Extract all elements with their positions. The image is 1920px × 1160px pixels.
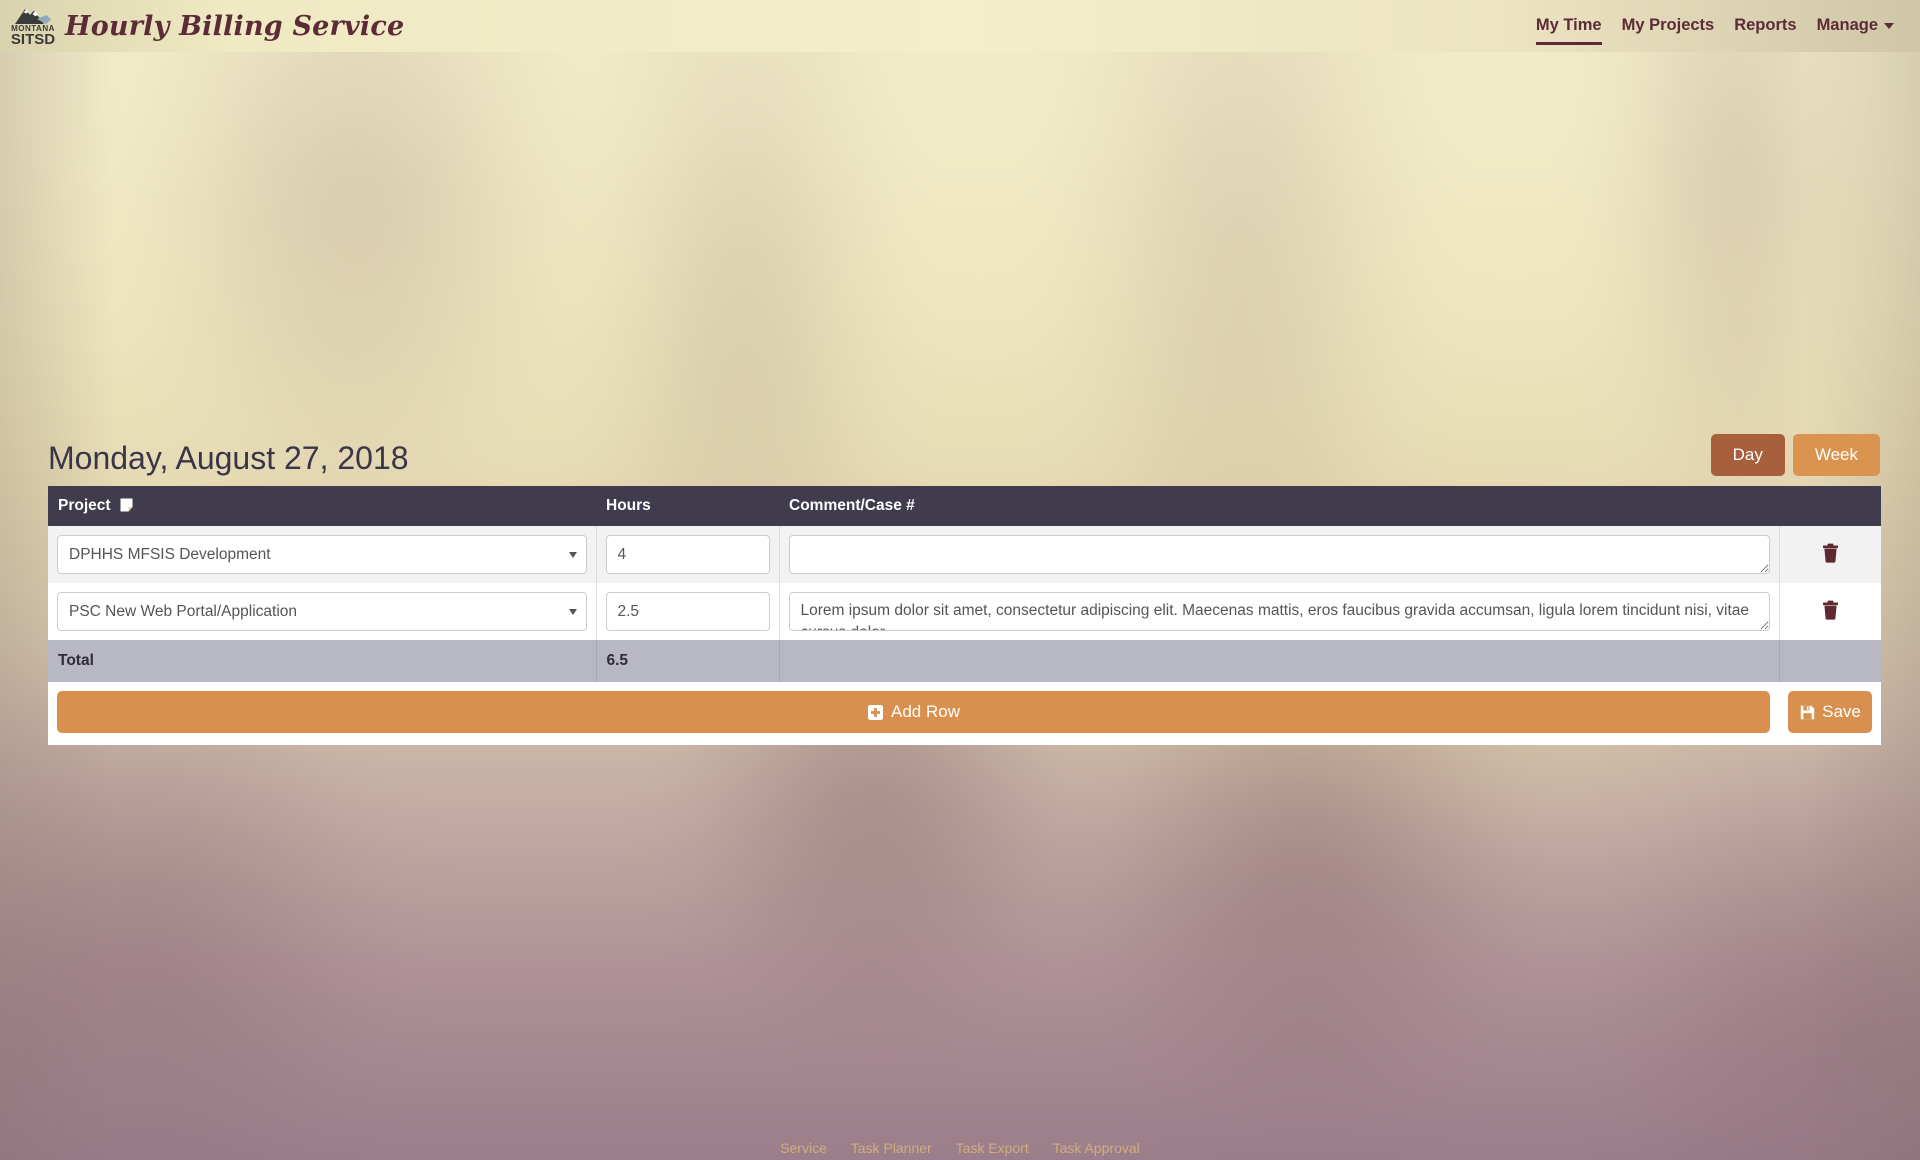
comment-textarea-row-2[interactable]: Lorem ipsum dolor sit amet, consectetur … [788,592,1770,631]
cell-comment: Lorem ipsum dolor sit amet, consectetur … [779,583,1780,640]
project-select-wrapper: PSC New Web Portal/Application [57,592,587,631]
column-header-action [1779,486,1881,526]
logo-sitsd-text: SITSD [10,31,56,48]
cell-project: PSC New Web Portal/Application [48,583,597,640]
app-header: MONTANA SITSD Hourly Billing Service My … [0,0,1920,52]
timesheet-table: Project Hours Comment/Case # DPHHS MFSIS… [48,486,1881,745]
nav-label-my-time: My Time [1535,15,1602,34]
footer-links: Service Task Planner Task Export Task Ap… [0,1138,1920,1160]
save-button[interactable]: Save [1788,691,1872,733]
project-select-row-2[interactable]: PSC New Web Portal/Application [57,592,587,631]
floppy-disk-icon [1799,704,1815,720]
page-title: Monday, August 27, 2018 [48,440,409,476]
trash-icon [1822,543,1838,563]
nav-label-my-projects: My Projects [1621,15,1715,34]
table-row: PSC New Web Portal/Application Lorem ips… [48,583,1881,640]
nav-label-manage: Manage [1816,15,1878,34]
cell-hours [596,526,780,583]
timesheet-body: DPHHS MFSIS Development 4 PSC New Web Po… [48,526,1881,745]
column-header-hours: Hours [596,486,779,526]
column-header-comment: Comment/Case # [779,486,1779,526]
nav-label-reports: Reports [1734,15,1797,34]
table-actions-row: Add Row Save [48,682,1881,745]
chevron-down-icon [1884,23,1894,29]
hours-input-row-1[interactable] [605,535,770,574]
app-title: Hourly Billing Service [65,10,405,42]
view-toggle-group: Day Week [1710,434,1880,478]
cell-action [1779,583,1881,640]
nav-item-reports[interactable]: Reports [1724,12,1806,41]
main-content: Monday, August 27, 2018 Day Week Project [48,420,1881,745]
app-window: MONTANA SITSD Hourly Billing Service My … [0,0,1920,1160]
total-comment-spacer [779,640,1780,682]
delete-row-button-1[interactable] [1816,541,1845,565]
montana-sitsd-logo: MONTANA SITSD [10,5,56,48]
cell-action [1779,526,1881,583]
nav-item-my-time[interactable]: My Time [1526,12,1612,45]
column-header-project: Project [48,486,596,526]
footer-link-task-export[interactable]: Task Export [956,1140,1029,1156]
add-row-label: Add Row [891,702,960,721]
brand-block[interactable]: MONTANA SITSD Hourly Billing Service [10,0,404,52]
footer-link-task-planner[interactable]: Task Planner [851,1140,932,1156]
comment-textarea-row-1[interactable] [788,535,1770,574]
footer-link-service[interactable]: Service [780,1140,827,1156]
cell-comment [779,526,1780,583]
day-view-button[interactable]: Day [1710,434,1785,476]
total-row: Total 6.5 [48,640,1881,682]
plus-square-icon [867,704,883,720]
add-row-button[interactable]: Add Row [57,691,1770,733]
project-select-wrapper: DPHHS MFSIS Development [57,535,587,574]
total-hours-value: 6.5 [596,640,780,682]
add-row-cell: Add Row [48,682,1779,745]
table-row: DPHHS MFSIS Development [48,526,1881,583]
nav-item-my-projects[interactable]: My Projects [1612,12,1725,41]
note-icon[interactable] [120,498,133,512]
nav-item-manage[interactable]: Manage [1807,12,1904,41]
total-label: Total [48,640,597,682]
cell-project: DPHHS MFSIS Development [48,526,597,583]
total-action-spacer [1779,640,1881,682]
main-navigation: My Time My Projects Reports Manage [1526,0,1904,52]
timesheet-header: Project Hours Comment/Case # [48,486,1881,526]
column-label-project: Project [58,497,111,514]
trash-icon [1822,600,1838,620]
week-view-button[interactable]: Week [1792,434,1880,476]
save-cell: Save [1779,682,1881,745]
hours-input-row-2[interactable] [605,592,770,631]
page-title-row: Monday, August 27, 2018 Day Week [48,420,1881,478]
project-select-row-1[interactable]: DPHHS MFSIS Development [57,535,587,574]
table-header-row: Project Hours Comment/Case # [48,486,1881,526]
delete-row-button-2[interactable] [1816,598,1845,622]
mountain-icon [15,9,51,24]
cell-hours [596,583,780,640]
save-label: Save [1822,702,1861,721]
footer-link-task-approval[interactable]: Task Approval [1053,1140,1140,1156]
